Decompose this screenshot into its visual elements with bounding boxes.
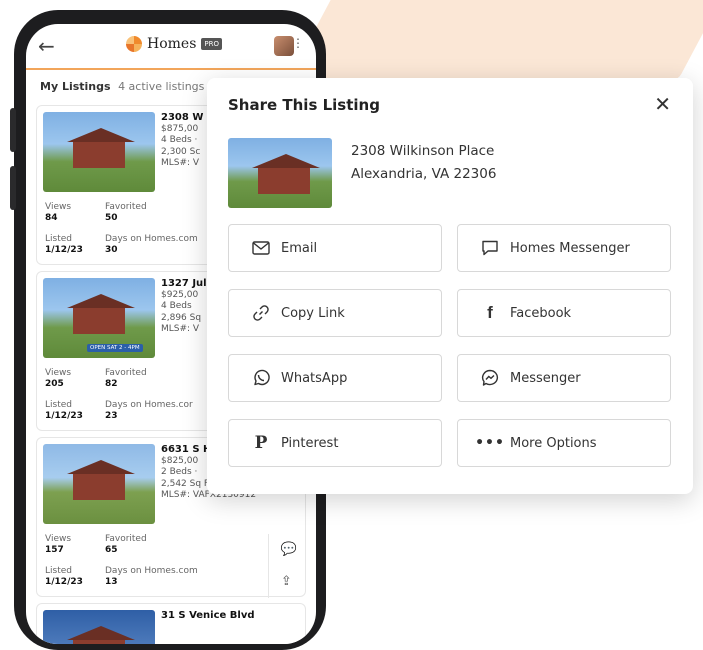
homes-logo: Homes PRO [126,36,222,52]
address-line-2: Alexandria, VA 22306 [351,166,497,182]
more-dots-icon: ••• [475,435,505,451]
stat-favorited: Favorited 50 [105,202,147,223]
brand-name: Homes [147,36,197,52]
link-icon [251,304,271,322]
stat-views: Views 157 [45,534,72,555]
open-house-badge: OPEN SAT 2 - 4PM [87,344,143,352]
listing-address: 2308 Wilkinson Place Alexandria, VA 2230… [351,140,496,186]
homes-logo-icon [126,36,142,52]
stat-views: Views 84 [45,202,72,223]
background-shape [288,0,703,80]
share-facebook-button[interactable]: f Facebook [457,289,671,337]
listing-card[interactable]: 31 S Venice Blvd [36,603,306,644]
phone-side-button [10,108,16,152]
card-actions: 💬 ⇪ [267,534,297,598]
stat-days: Days on Homes.com 30 [105,234,198,255]
pro-badge: PRO [201,38,222,50]
modal-title: Share This Listing [228,96,380,114]
back-arrow-icon[interactable]: ← [38,34,55,58]
phone-side-button [10,166,16,210]
share-copy-link-button[interactable]: Copy Link [228,289,442,337]
stat-favorited: Favorited 82 [105,368,147,389]
stat-favorited: Favorited 65 [105,534,147,555]
whatsapp-icon [251,369,271,387]
share-pinterest-button[interactable]: P Pinterest [228,419,442,467]
share-email-button[interactable]: Email [228,224,442,272]
address-line-1: 2308 Wilkinson Place [351,143,495,159]
messenger-icon [480,369,500,387]
avatar[interactable] [274,36,294,56]
pinterest-icon: P [254,433,268,453]
close-icon[interactable]: ✕ [654,92,671,116]
more-vertical-icon[interactable]: ⋮ [292,36,304,50]
share-messenger-button[interactable]: Messenger [457,354,671,402]
envelope-icon [251,241,271,255]
share-icon[interactable]: ⇪ [281,566,297,598]
stat-views: Views 205 [45,368,72,389]
listing-details: 31 S Venice Blvd [161,610,316,622]
share-listing-modal: Share This Listing ✕ 2308 Wilkinson Plac… [207,78,693,494]
listings-title: My Listings [40,80,111,93]
stat-days: Days on Homes.cor 23 [105,400,193,421]
chat-bubble-icon[interactable]: 💬 [281,534,297,566]
listing-photo[interactable] [43,610,155,644]
facebook-icon: f [487,303,493,322]
share-homes-messenger-button[interactable]: Homes Messenger [457,224,671,272]
listing-photo [228,138,332,208]
listing-address[interactable]: 31 S Venice Blvd [161,610,316,622]
stat-listed: Listed 1/12/23 [45,400,83,421]
listing-photo[interactable] [43,112,155,192]
stat-listed: Listed 1/12/23 [45,234,83,255]
share-whatsapp-button[interactable]: WhatsApp [228,354,442,402]
stat-listed: Listed 1/12/23 [45,566,83,587]
listing-photo[interactable] [43,444,155,524]
listing-photo[interactable]: OPEN SAT 2 - 4PM [43,278,155,358]
share-more-options-button[interactable]: ••• More Options [457,419,671,467]
app-header: ← Homes PRO ⋮ [26,24,316,70]
stat-days: Days on Homes.com 13 [105,566,198,587]
listings-count: 4 active listings [118,80,205,93]
chat-bubble-icon [480,240,500,256]
